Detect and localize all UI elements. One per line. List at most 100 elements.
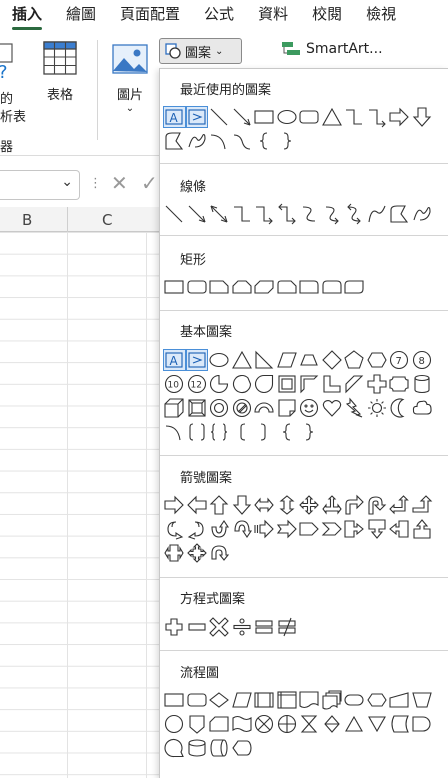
donut-shape-icon[interactable]: [208, 397, 231, 419]
elbow-connector-shape-icon[interactable]: [231, 203, 254, 225]
flowchart-magnetic-disk-shape-icon[interactable]: [186, 737, 209, 759]
vertical-textbox-shape-icon[interactable]: [185, 349, 208, 371]
curved-up-arrow-shape-icon[interactable]: [208, 518, 231, 540]
elbow-arrow-connector-shape-icon[interactable]: [253, 203, 276, 225]
flowchart-sequential-access-storage-shape-icon[interactable]: [163, 737, 186, 759]
cloud-shape-icon[interactable]: [411, 397, 434, 419]
line-shape-icon[interactable]: [208, 106, 231, 128]
u-turn-arrow-shape-icon[interactable]: [366, 494, 389, 516]
triangle-shape-icon[interactable]: [231, 349, 254, 371]
table-button[interactable]: 表格: [38, 40, 82, 110]
flowchart-process-shape-icon[interactable]: [163, 689, 186, 711]
dodecagon-shape-icon[interactable]: 12: [186, 373, 209, 395]
left-arrow-shape-icon[interactable]: [186, 494, 209, 516]
half-frame-shape-icon[interactable]: [298, 373, 321, 395]
plaque-shape-icon[interactable]: [388, 373, 411, 395]
tab-insert[interactable]: 插入: [0, 0, 54, 34]
down-arrow-shape-icon[interactable]: [411, 106, 434, 128]
l-shape-shape-icon[interactable]: [321, 373, 344, 395]
flowchart-multidocument-shape-icon[interactable]: [321, 689, 344, 711]
pivot-table-button[interactable]: ? 的 析表: [0, 42, 30, 125]
right-bracket-shape-icon[interactable]: [253, 421, 276, 443]
freeform-shape-icon[interactable]: [163, 130, 186, 152]
parallelogram-shape-icon[interactable]: [276, 349, 299, 371]
hexagon-shape-icon[interactable]: [366, 349, 389, 371]
left-up-arrow-shape-icon[interactable]: [388, 494, 411, 516]
rectangle-shape-icon[interactable]: [253, 106, 276, 128]
curve-shape-icon[interactable]: [366, 203, 389, 225]
flowchart-predefined-process-shape-icon[interactable]: [253, 689, 276, 711]
up-arrow-callout-shape-icon[interactable]: [411, 518, 434, 540]
chevron-shape-icon[interactable]: [321, 518, 344, 540]
curved-double-arrow-connector-shape-icon[interactable]: [343, 203, 366, 225]
shapes-button[interactable]: 圖案 ⌄: [159, 38, 242, 64]
cube-shape-icon[interactable]: [163, 397, 186, 419]
sun-shape-icon[interactable]: [366, 397, 389, 419]
worksheet-grid[interactable]: B C: [0, 207, 160, 778]
left-bracket-shape-icon[interactable]: [231, 421, 254, 443]
drag-handle-icon[interactable]: ⋮: [89, 176, 102, 191]
flowchart-off-page-connector-shape-icon[interactable]: [186, 713, 209, 735]
flowchart-or-shape-icon[interactable]: [276, 713, 299, 735]
moon-shape-icon[interactable]: [388, 397, 411, 419]
heptagon-shape-icon[interactable]: 7: [388, 349, 411, 371]
arrow-line-shape-icon[interactable]: [186, 203, 209, 225]
minus-sign-shape-icon[interactable]: [186, 616, 209, 638]
flowchart-manual-input-shape-icon[interactable]: [388, 689, 411, 711]
tab-formulas[interactable]: 公式: [192, 0, 246, 34]
octagon-shape-icon[interactable]: 8: [411, 349, 434, 371]
double-bracket-shape-icon[interactable]: [186, 421, 209, 443]
flowchart-summing-junction-shape-icon[interactable]: [253, 713, 276, 735]
heart-shape-icon[interactable]: [321, 397, 344, 419]
pictures-button[interactable]: 圖片 ⌄: [108, 44, 152, 124]
no-symbol-shape-icon[interactable]: [231, 397, 254, 419]
curved-arrow-connector-shape-icon[interactable]: [321, 203, 344, 225]
right-arrow-shape-icon[interactable]: [388, 106, 411, 128]
flowchart-alternate-process-shape-icon[interactable]: [186, 689, 209, 711]
tab-review[interactable]: 校閱: [300, 0, 354, 34]
right-triangle-shape-icon[interactable]: [253, 349, 276, 371]
scribble-shape-icon[interactable]: [186, 130, 209, 152]
column-header-c[interactable]: C: [102, 211, 112, 229]
textbox-shape-icon[interactable]: A: [163, 106, 186, 128]
decagon-shape-icon[interactable]: 10: [163, 373, 186, 395]
teardrop-shape-icon[interactable]: [253, 373, 276, 395]
curved-right-arrow-shape-icon[interactable]: [163, 518, 186, 540]
bent-arrow-shape-icon[interactable]: [343, 494, 366, 516]
smartart-button[interactable]: SmartArt...: [281, 41, 383, 57]
flowchart-decision-shape-icon[interactable]: [208, 689, 231, 711]
tab-data[interactable]: 資料: [246, 0, 300, 34]
snip-and-round-rectangle-shape-icon[interactable]: [276, 276, 299, 298]
lightning-bolt-shape-icon[interactable]: [343, 397, 366, 419]
flowchart-manual-operation-shape-icon[interactable]: [411, 689, 434, 711]
multiply-sign-shape-icon[interactable]: [208, 616, 231, 638]
plus-sign-shape-icon[interactable]: [163, 616, 186, 638]
division-sign-shape-icon[interactable]: [231, 616, 254, 638]
elbow-arrow-connector-shape-icon[interactable]: [366, 106, 389, 128]
right-brace-shape-icon[interactable]: [298, 421, 321, 443]
right-arrow-shape-icon[interactable]: [163, 494, 186, 516]
flowchart-delay-shape-icon[interactable]: [411, 713, 434, 735]
right-brace-shape-icon[interactable]: [276, 130, 299, 152]
cancel-icon[interactable]: ✕: [111, 171, 128, 195]
flowchart-extract-shape-icon[interactable]: [343, 713, 366, 735]
right-arrow-callout-shape-icon[interactable]: [343, 518, 366, 540]
flowchart-terminator-shape-icon[interactable]: [343, 689, 366, 711]
flowchart-sort-shape-icon[interactable]: [321, 713, 344, 735]
not-equal-sign-shape-icon[interactable]: [276, 616, 299, 638]
elbow-double-arrow-connector-shape-icon[interactable]: [276, 203, 299, 225]
elbow-connector-shape-icon[interactable]: [343, 106, 366, 128]
quad-arrow-callout-shape-icon[interactable]: [186, 542, 209, 564]
notched-right-arrow-shape-icon[interactable]: [276, 518, 299, 540]
left-right-up-arrow-shape-icon[interactable]: [321, 494, 344, 516]
snip-same-side-corner-rectangle-shape-icon[interactable]: [231, 276, 254, 298]
enter-check-icon[interactable]: ✓: [141, 171, 158, 195]
diamond-shape-icon[interactable]: [321, 349, 344, 371]
down-arrow-shape-icon[interactable]: [231, 494, 254, 516]
scribble-shape-icon[interactable]: [411, 203, 434, 225]
snip-diagonal-corner-rectangle-shape-icon[interactable]: [253, 276, 276, 298]
flowchart-stored-data-shape-icon[interactable]: [388, 713, 411, 735]
tab-view[interactable]: 檢視: [354, 0, 408, 34]
left-right-arrow-shape-icon[interactable]: [253, 494, 276, 516]
flowchart-display-shape-icon[interactable]: [231, 737, 254, 759]
